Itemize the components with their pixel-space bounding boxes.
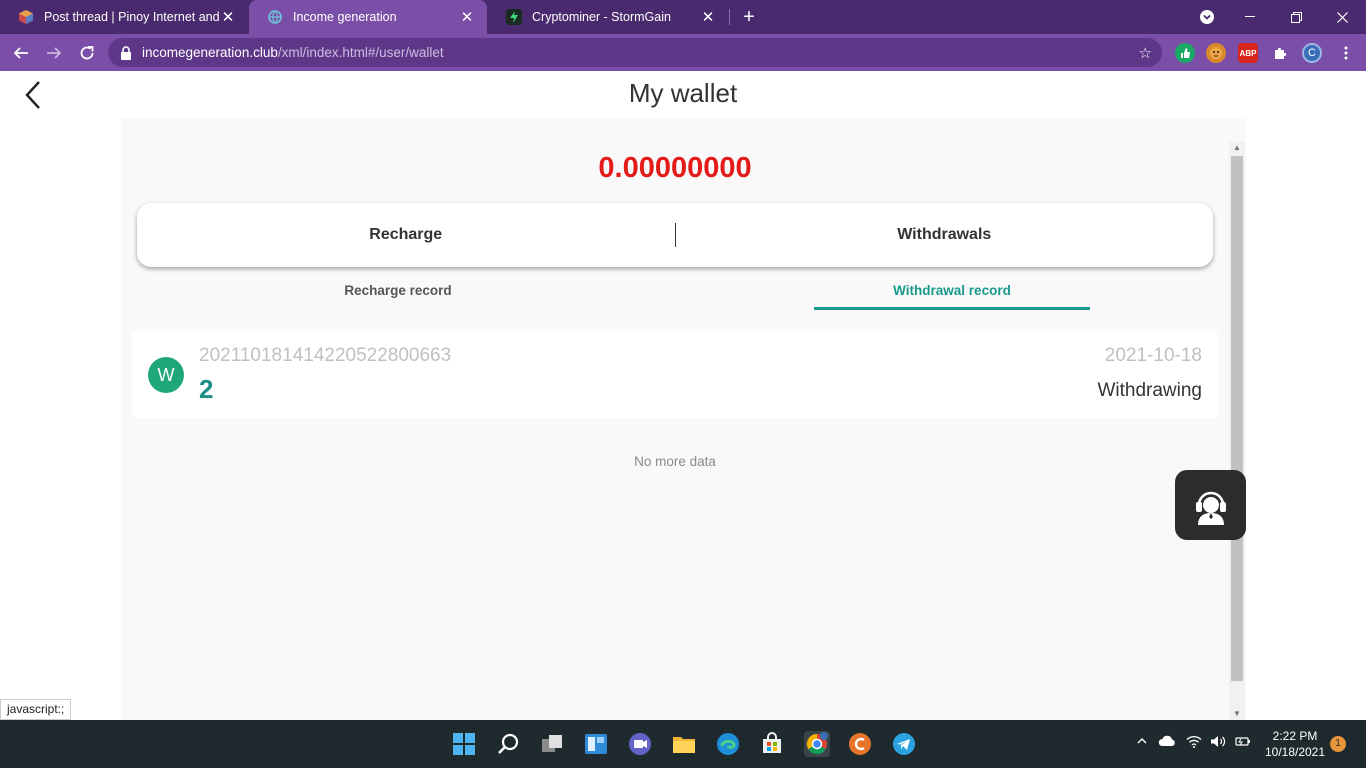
no-more-data-text: No more data [634,454,716,469]
wallet-page: My wallet 0.00000000 Recharge Withdrawal… [0,71,1366,720]
tab-search-button[interactable] [1184,0,1230,34]
tab-separator [729,9,730,25]
ccleaner-icon[interactable] [848,732,872,756]
scroll-up-icon[interactable]: ▲ [1229,142,1245,154]
record-status: Withdrawing [1097,380,1202,401]
system-clock[interactable]: 2:22 PM 10/18/2021 [1262,728,1328,760]
restore-icon [1290,11,1302,23]
task-view-icon[interactable] [540,732,564,756]
clock-date: 10/18/2021 [1264,745,1326,759]
onedrive-cloud-icon[interactable] [1158,735,1176,750]
tab-title: Income generation [293,10,397,24]
url-path: /xml/index.html#/user/wallet [277,45,444,60]
lightning-icon [506,9,522,25]
page-scrollbar[interactable]: ▲ ▼ [1229,142,1245,720]
teams-chat-icon[interactable] [628,732,652,756]
close-window-button[interactable] [1319,0,1365,34]
wifi-icon[interactable] [1186,735,1202,751]
windows-start-icon[interactable] [452,732,476,756]
bookmark-star-icon[interactable]: ☆ [1139,44,1152,62]
record-amount: 2 [199,374,214,404]
tab-income-generation[interactable]: Income generation ✕ [249,0,487,34]
recharge-button[interactable]: Recharge [137,226,675,244]
wallet-actions-card: Recharge Withdrawals [137,203,1213,267]
close-tab-icon[interactable]: ✕ [700,8,716,26]
reload-icon [80,46,94,60]
telegram-icon[interactable] [892,732,916,756]
notification-badge[interactable]: 1 [1330,736,1346,752]
minimize-button[interactable] [1227,0,1273,34]
tab-post-thread[interactable]: Post thread | Pinoy Internet and T ✕ [0,0,248,34]
adblock-plus-icon[interactable]: ABP [1238,43,1258,63]
back-button[interactable] [8,40,34,66]
tab-cryptominer[interactable]: Cryptominer - StormGain ✕ [488,0,728,34]
browser-menu-icon[interactable] [1336,43,1356,63]
page-title: My wallet [628,78,738,108]
tab-strip: Post thread | Pinoy Internet and T ✕ Inc… [0,0,1366,34]
wallet-panel: 0.00000000 Recharge Withdrawals Recharge… [121,118,1246,720]
extension-tiger-icon[interactable] [1206,43,1226,63]
record-avatar: W [148,357,184,393]
volume-icon[interactable] [1210,735,1226,751]
tab-title: Post thread | Pinoy Internet and T [44,10,220,24]
url-host: incomegeneration.club [142,45,278,60]
customer-support-button[interactable] [1175,470,1246,540]
globe-icon [267,9,283,25]
arrow-left-icon [13,47,28,59]
edge-browser-icon[interactable] [716,732,740,756]
scroll-down-icon[interactable]: ▼ [1229,708,1245,720]
record-date: 2021-10-18 [1104,345,1202,366]
headset-agent-icon [1195,491,1226,525]
withdrawals-button[interactable]: Withdrawals [676,226,1214,244]
profile-avatar[interactable]: C [1302,43,1322,63]
search-icon[interactable] [496,732,520,756]
widgets-icon[interactable] [584,732,608,756]
status-bar-url: javascript:; [0,699,72,720]
forward-button[interactable] [41,40,67,66]
record-tabs: Recharge record Withdrawal record [121,283,1229,313]
tab-recharge-record[interactable]: Recharge record [273,283,523,298]
chevron-down-circle-icon [1200,10,1214,24]
microsoft-store-icon[interactable] [760,732,784,756]
minimize-icon [1245,16,1255,17]
address-bar[interactable]: incomegeneration.club/xml/index.html#/us… [108,38,1162,67]
reload-button[interactable] [74,40,100,66]
windows-taskbar: 2:22 PM 10/18/2021 1 [0,720,1366,768]
restore-button[interactable] [1273,0,1319,34]
arrow-right-icon [47,47,62,59]
extension-thumb-icon[interactable] [1175,43,1195,63]
tab-title: Cryptominer - StormGain [532,10,671,24]
close-tab-icon[interactable]: ✕ [459,8,475,26]
close-icon [1336,11,1348,23]
file-explorer-icon[interactable] [672,732,696,756]
battery-icon[interactable] [1235,735,1251,751]
scroll-thumb[interactable] [1231,156,1243,681]
tab-withdrawal-record[interactable]: Withdrawal record [814,283,1090,310]
chevron-up-icon[interactable] [1136,735,1148,750]
clock-time: 2:22 PM [1272,729,1318,743]
wallet-balance: 0.00000000 [598,152,752,184]
extensions-puzzle-icon[interactable] [1270,43,1290,63]
withdrawal-record-item[interactable]: W 20211018141422052280066​3 2 2021-10-18… [132,331,1218,418]
cube-icon [18,9,34,25]
record-id: 20211018141422052280066​3 [199,345,452,366]
lock-icon [121,45,131,60]
close-tab-icon[interactable]: ✕ [220,8,236,26]
url-text: incomegeneration.club/xml/index.html#/us… [142,45,444,60]
chrome-icon[interactable] [804,731,830,757]
new-tab-button[interactable]: + [737,5,761,29]
browser-toolbar: incomegeneration.club/xml/index.html#/us… [0,34,1366,71]
